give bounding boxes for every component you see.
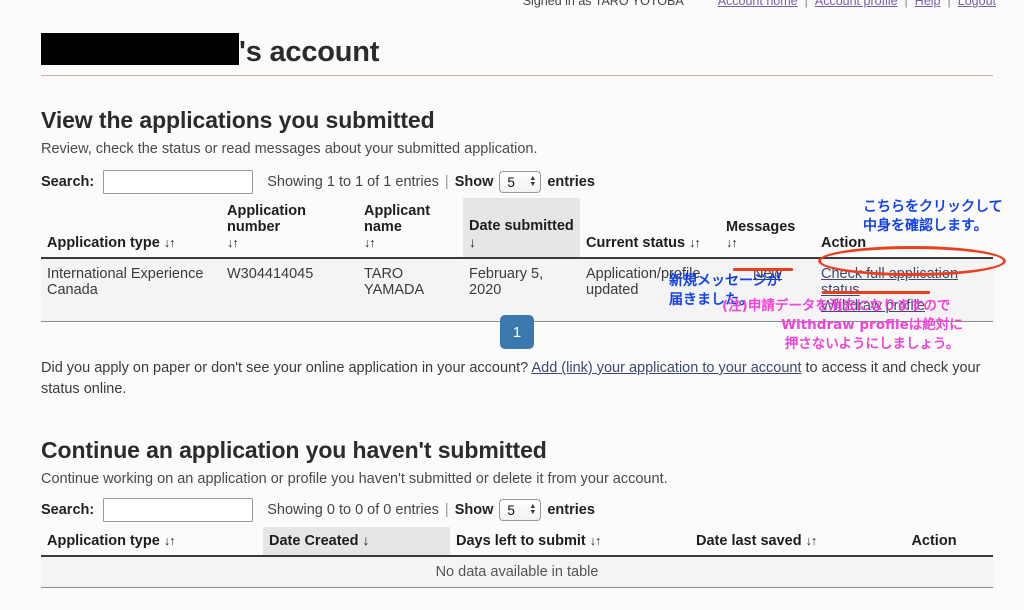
sort-icon-both: ↓↑: [805, 534, 817, 548]
col-continue-action-label: Action: [911, 533, 957, 549]
col-action: Action: [815, 198, 993, 259]
sort-icon-desc: ↓: [469, 234, 476, 250]
redacted-name-bar: [41, 33, 239, 65]
col-application-type[interactable]: Application type ↓↑: [41, 198, 221, 259]
continue-search-label: Search:: [41, 502, 95, 518]
continue-header-row: Application type ↓↑ Date Created ↓ Days …: [41, 527, 993, 557]
col-date-last-saved[interactable]: Date last saved ↓↑: [690, 527, 875, 557]
submitted-footer-paragraph: Did you apply on paper or don't see your…: [41, 358, 981, 400]
col-application-type-label: Application type: [47, 235, 160, 251]
pagination-page-1[interactable]: 1: [500, 315, 534, 349]
continue-entries-value: 5: [507, 502, 515, 518]
sort-icon-both: ↓↑: [163, 534, 175, 548]
signed-in-label: Signed in as TARO YOTOBA: [522, 0, 684, 8]
col-continue-application-type[interactable]: Application type ↓↑: [41, 527, 263, 557]
link-help[interactable]: Help: [915, 0, 941, 8]
submitted-search-label: Search:: [41, 174, 95, 190]
col-messages-label: Messages: [726, 219, 796, 235]
continue-section-subheading: Continue working on an application or pr…: [41, 471, 668, 487]
topbar-separator-2: |: [904, 0, 908, 8]
continue-search-input[interactable]: [103, 498, 254, 522]
submitted-entries-select[interactable]: 5 ▲ ▼: [499, 171, 542, 193]
continue-table-controls: Search: Showing 0 to 0 of 0 entries | Sh…: [41, 498, 595, 522]
withdraw-profile-link[interactable]: Withdraw profile: [821, 298, 925, 314]
col-days-left[interactable]: Days left to submit ↓↑: [450, 527, 690, 557]
cell-messages: New: [720, 258, 815, 322]
submitted-section-subheading: Review, check the status or read message…: [41, 141, 538, 157]
submitted-showing-text: Showing 1 to 1 of 1 entries: [267, 174, 439, 190]
cell-date-submitted: February 5, 2020: [463, 258, 580, 322]
page-title: 's account: [239, 36, 380, 68]
link-account-home[interactable]: Account home: [718, 0, 798, 8]
footer-text-before: Did you apply on paper or don't see your…: [41, 360, 529, 376]
cell-current-status: Application/profile updated: [580, 258, 720, 322]
submitted-table-head: Application type ↓↑ Application number ↓…: [41, 198, 993, 259]
continue-entries-label: entries: [547, 502, 595, 518]
col-applicant-name[interactable]: Applicant name ↓↑: [358, 198, 463, 259]
stepper-arrows-icon: ▲ ▼: [529, 175, 537, 188]
submitted-table-body: International Experience Canada W3044140…: [41, 258, 993, 322]
col-date-last-saved-label: Date last saved: [696, 533, 802, 549]
col-applicant-name-label: Applicant name: [364, 203, 431, 235]
submitted-show-label: Show: [454, 174, 494, 190]
col-action-label: Action: [821, 235, 867, 251]
submitted-applications-table: Application type ↓↑ Application number ↓…: [41, 198, 993, 322]
submitted-section-heading: View the applications you submitted: [41, 107, 435, 133]
topbar-separator-3: |: [947, 0, 951, 8]
check-full-application-status-link[interactable]: Check full application status: [821, 266, 958, 298]
cell-application-number: W304414045: [221, 258, 358, 322]
stepper-arrows-icon: ▲ ▼: [529, 503, 537, 516]
continue-controls-divider: |: [444, 502, 449, 518]
col-continue-action: Action: [875, 527, 993, 557]
submitted-entries-value: 5: [507, 174, 515, 190]
col-date-submitted[interactable]: Date submitted ↓: [463, 198, 580, 259]
sort-icon-both: ↓↑: [589, 534, 601, 548]
continue-showing-text: Showing 0 to 0 of 0 entries: [267, 502, 439, 518]
submitted-entries-label: entries: [547, 174, 595, 190]
link-logout[interactable]: Logout: [958, 0, 996, 8]
account-page: Signed in as TARO YOTOBA Account home | …: [0, 0, 1024, 610]
cell-application-type: International Experience Canada: [41, 258, 221, 322]
continue-applications-table: Application type ↓↑ Date Created ↓ Days …: [41, 527, 993, 588]
table-row-empty: No data available in table: [41, 556, 993, 588]
continue-table-head: Application type ↓↑ Date Created ↓ Days …: [41, 527, 993, 557]
continue-empty-message: No data available in table: [41, 556, 993, 588]
continue-section-heading: Continue an application you haven't subm…: [41, 437, 547, 463]
continue-show-label: Show: [454, 502, 494, 518]
table-row: International Experience Canada W3044140…: [41, 258, 993, 322]
topbar-separator-1: |: [804, 0, 808, 8]
col-application-number-label: Application number: [227, 203, 306, 235]
continue-table-body: No data available in table: [41, 556, 993, 588]
cell-action: Check full application status Withdraw p…: [815, 258, 993, 322]
sort-icon-both: ↓↑: [689, 236, 700, 250]
submitted-pagination: 1: [41, 315, 993, 349]
page-title-row: 's account: [41, 33, 993, 68]
sort-icon-both: ↓↑: [364, 236, 375, 250]
cell-applicant-name: TARO YAMADA: [358, 258, 463, 322]
link-account-profile[interactable]: Account profile: [815, 0, 898, 8]
col-application-number[interactable]: Application number ↓↑: [221, 198, 358, 259]
sort-icon-both: ↓↑: [227, 236, 238, 250]
sort-icon-both: ↓↑: [163, 236, 175, 250]
submitted-header-row: Application type ↓↑ Application number ↓…: [41, 198, 993, 259]
col-date-submitted-label: Date submitted: [469, 218, 574, 234]
sort-icon-both: ↓↑: [726, 236, 737, 250]
col-days-left-label: Days left to submit: [456, 533, 586, 549]
submitted-search-input[interactable]: [103, 170, 254, 194]
continue-entries-select[interactable]: 5 ▲ ▼: [499, 499, 542, 521]
submitted-table-controls: Search: Showing 1 to 1 of 1 entries | Sh…: [41, 170, 595, 194]
col-continue-application-type-label: Application type: [47, 533, 160, 549]
add-application-link[interactable]: Add (link) your application to your acco…: [531, 360, 801, 376]
top-utility-bar: Signed in as TARO YOTOBA Account home | …: [0, 0, 1024, 9]
sort-icon-desc: ↓: [362, 532, 370, 548]
title-divider: [41, 75, 993, 76]
submitted-controls-divider: |: [444, 174, 449, 190]
col-date-created-label: Date Created: [269, 533, 359, 549]
col-current-status[interactable]: Current status ↓↑: [580, 198, 720, 259]
col-date-created[interactable]: Date Created ↓: [263, 527, 450, 557]
messages-new-link[interactable]: New: [753, 266, 782, 282]
col-current-status-label: Current status: [586, 235, 686, 251]
col-messages[interactable]: Messages ↓↑: [720, 198, 815, 259]
